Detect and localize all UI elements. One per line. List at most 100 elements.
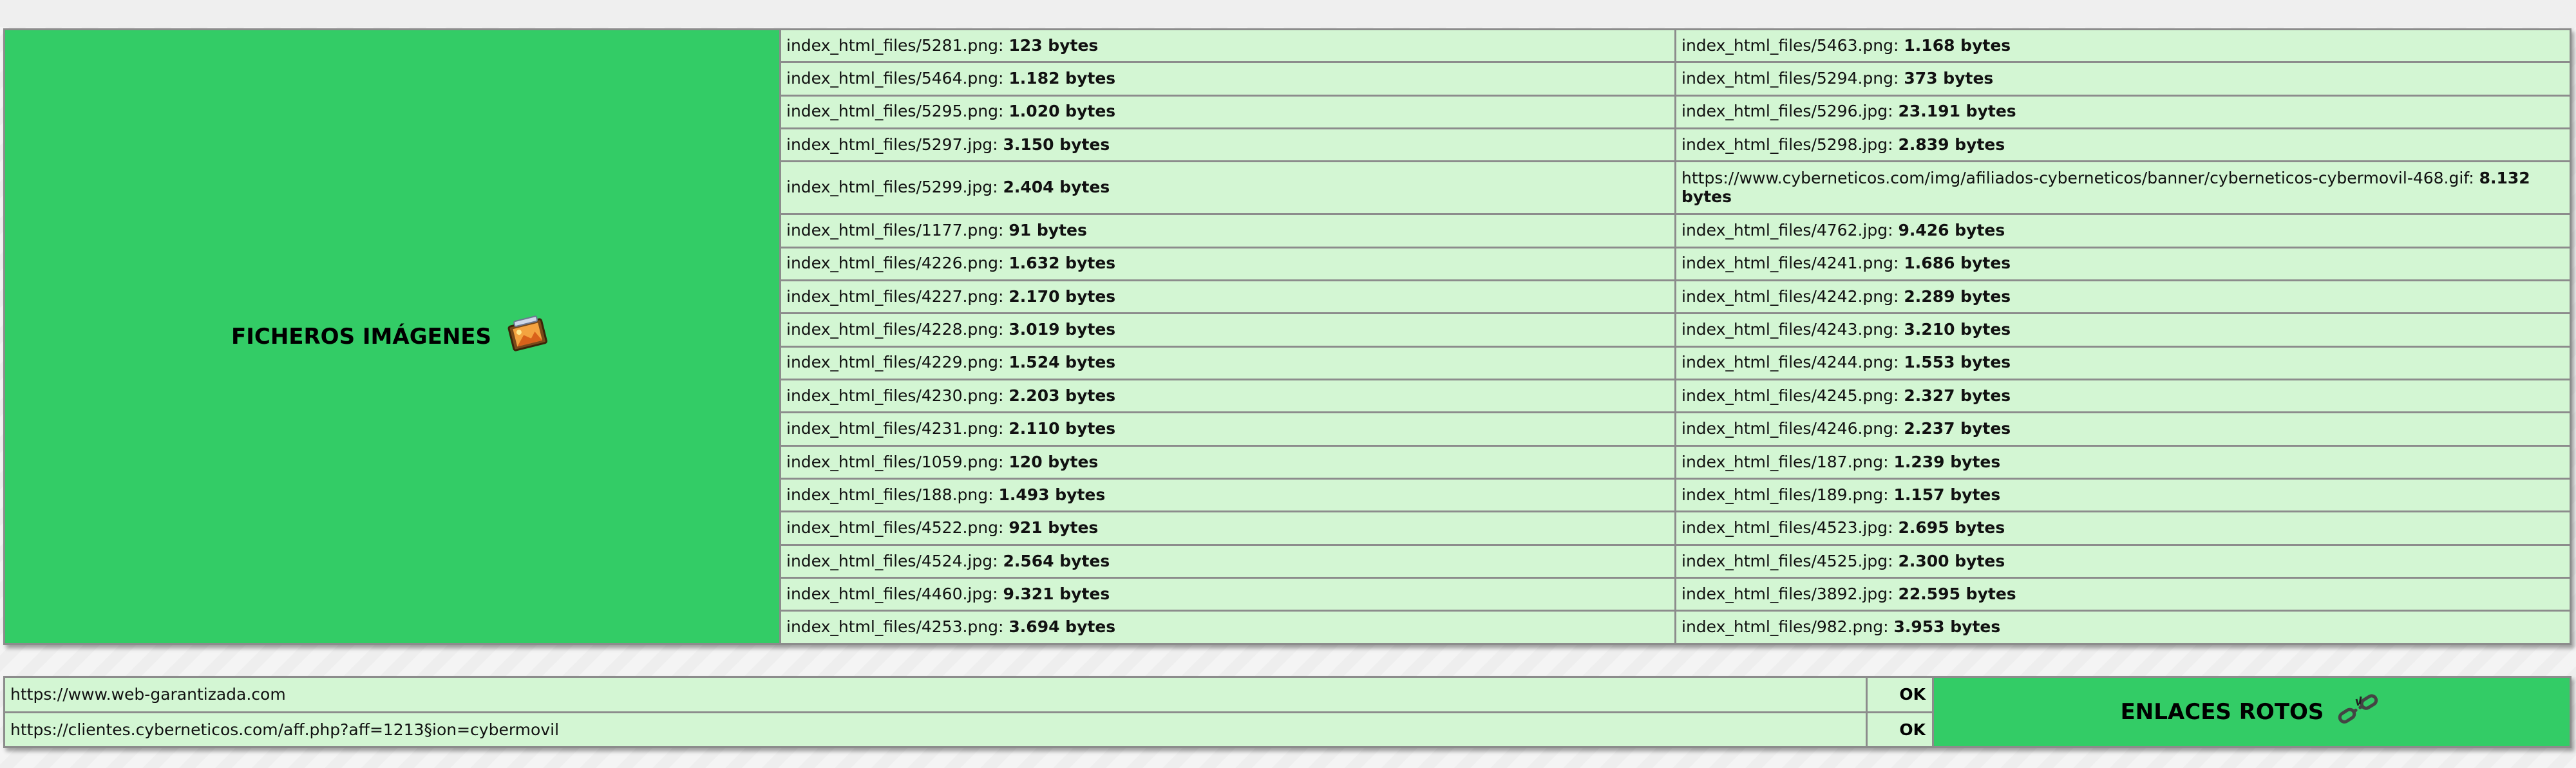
file-entry: index_html_files/3892.jpg: 22.595 bytes <box>1674 577 2571 612</box>
file-name: index_html_files/5298.jpg: <box>1681 135 1893 154</box>
file-entry: index_html_files/4231.png: 2.110 bytes <box>779 411 1676 447</box>
file-name: index_html_files/4228.png: <box>786 320 1004 339</box>
file-entry: index_html_files/5299.jpg: 2.404 bytes <box>779 160 1676 216</box>
file-name: index_html_files/187.png: <box>1681 452 1889 471</box>
file-name: index_html_files/4226.png: <box>786 254 1004 273</box>
file-name: https://www.cyberneticos.com/img/afiliad… <box>1681 169 2474 188</box>
file-name: index_html_files/982.png: <box>1681 617 1889 637</box>
file-entry: index_html_files/5281.png: 123 bytes <box>779 28 1676 64</box>
file-size: 3.694 bytes <box>1009 617 1116 637</box>
link-url[interactable]: https://clientes.cyberneticos.com/aff.ph… <box>3 711 1868 748</box>
file-size: 2.170 bytes <box>1009 286 1116 306</box>
picture-icon <box>502 314 553 361</box>
file-size: 123 bytes <box>1009 35 1099 55</box>
file-size: 1.239 bytes <box>1893 452 2001 471</box>
file-entry: index_html_files/5296.jpg: 23.191 bytes <box>1674 94 2571 130</box>
file-size: 9.426 bytes <box>1898 221 2005 240</box>
file-size: 3.019 bytes <box>1009 320 1116 339</box>
file-entry: index_html_files/188.png: 1.493 bytes <box>779 478 1676 513</box>
file-entry: index_html_files/187.png: 1.239 bytes <box>1674 444 2571 480</box>
table-row: FICHEROS IMÁGENES index_html_files/5281.… <box>3 28 2571 645</box>
file-name: index_html_files/4460.jpg: <box>786 584 998 603</box>
file-name: index_html_files/4227.png: <box>786 286 1004 306</box>
file-size: 1.553 bytes <box>1904 353 2011 372</box>
file-entry: index_html_files/4227.png: 2.170 bytes <box>779 279 1676 315</box>
file-size: 2.327 bytes <box>1904 386 2011 405</box>
file-size: 3.150 bytes <box>1003 135 1110 154</box>
file-entry: index_html_files/5298.jpg: 2.839 bytes <box>1674 127 2571 163</box>
file-name: index_html_files/5296.jpg: <box>1681 102 1893 121</box>
file-name: index_html_files/5297.jpg: <box>786 135 998 154</box>
file-entry: index_html_files/4228.png: 3.019 bytes <box>779 312 1676 348</box>
file-size: 2.110 bytes <box>1009 419 1116 438</box>
file-name: index_html_files/3892.jpg: <box>1681 584 1893 603</box>
file-size: 373 bytes <box>1904 69 1994 88</box>
file-size: 1.493 bytes <box>998 485 1106 504</box>
link-status: OK <box>1866 711 1934 748</box>
file-size: 2.289 bytes <box>1904 286 2011 306</box>
file-entry: index_html_files/4229.png: 1.524 bytes <box>779 345 1676 381</box>
file-size: 91 bytes <box>1009 221 1087 240</box>
file-name: index_html_files/5464.png: <box>786 69 1004 88</box>
file-entry: index_html_files/1059.png: 120 bytes <box>779 444 1676 480</box>
link-status: OK <box>1866 676 1934 713</box>
links-section-title: ENLACES ROTOS <box>2121 691 2383 733</box>
images-table-body: FICHEROS IMÁGENES index_html_files/5281.… <box>3 28 2571 645</box>
file-name: index_html_files/4230.png: <box>786 386 1004 405</box>
file-entry: index_html_files/4241.png: 1.686 bytes <box>1674 246 2571 282</box>
file-name: index_html_files/4762.jpg: <box>1681 221 1893 240</box>
file-name: index_html_files/4242.png: <box>1681 286 1899 306</box>
link-url[interactable]: https://www.web-garantizada.com <box>3 676 1868 713</box>
table-row: https://www.web-garantizada.com OK ENLACES… <box>3 676 2571 748</box>
file-entry: index_html_files/4226.png: 1.632 bytes <box>779 246 1676 282</box>
file-name: index_html_files/4231.png: <box>786 419 1004 438</box>
file-name: index_html_files/4244.png: <box>1681 353 1899 372</box>
file-entry: index_html_files/4244.png: 1.553 bytes <box>1674 345 2571 381</box>
top-strip <box>0 0 2576 27</box>
file-entry: index_html_files/1177.png: 91 bytes <box>779 213 1676 248</box>
file-name: index_html_files/1177.png: <box>786 221 1004 240</box>
file-entry: index_html_files/5463.png: 1.168 bytes <box>1674 28 2571 64</box>
links-table-body: https://www.web-garantizada.com OK ENLACES… <box>3 676 2571 748</box>
file-entry: index_html_files/4523.jpg: 2.695 bytes <box>1674 510 2571 546</box>
file-entry: index_html_files/4525.jpg: 2.300 bytes <box>1674 543 2571 579</box>
file-size: 120 bytes <box>1009 452 1099 471</box>
file-size: 9.321 bytes <box>1003 584 1110 603</box>
file-name: index_html_files/1059.png: <box>786 452 1004 471</box>
file-size: 921 bytes <box>1009 518 1099 538</box>
file-name: index_html_files/4525.jpg: <box>1681 551 1893 570</box>
file-size: 2.564 bytes <box>1003 551 1110 570</box>
file-entry: index_html_files/5464.png: 1.182 bytes <box>779 61 1676 97</box>
file-size: 2.203 bytes <box>1009 386 1116 405</box>
file-size: 2.237 bytes <box>1904 419 2011 438</box>
file-size: 1.686 bytes <box>1904 254 2011 273</box>
file-size: 1.524 bytes <box>1009 353 1116 372</box>
file-entry: index_html_files/4246.png: 2.237 bytes <box>1674 411 2571 447</box>
file-size: 2.695 bytes <box>1898 518 2005 538</box>
file-entry: index_html_files/5295.png: 1.020 bytes <box>779 94 1676 130</box>
file-size: 1.182 bytes <box>1009 69 1116 88</box>
file-size: 23.191 bytes <box>1898 102 2016 121</box>
images-section-title-text: FICHEROS IMÁGENES <box>231 324 491 350</box>
file-name: index_html_files/4241.png: <box>1681 254 1899 273</box>
file-entry: index_html_files/4243.png: 3.210 bytes <box>1674 312 2571 348</box>
file-name: index_html_files/188.png: <box>786 485 994 504</box>
images-section-label: FICHEROS IMÁGENES <box>3 28 781 645</box>
file-entry: index_html_files/4460.jpg: 9.321 bytes <box>779 577 1676 612</box>
file-entry: index_html_files/189.png: 1.157 bytes <box>1674 478 2571 513</box>
file-size: 2.300 bytes <box>1898 551 2005 570</box>
file-name: index_html_files/5294.png: <box>1681 69 1899 88</box>
broken-links-table: https://www.web-garantizada.com OK ENLACES… <box>3 676 2571 748</box>
file-size: 1.157 bytes <box>1893 485 2001 504</box>
file-name: index_html_files/4523.jpg: <box>1681 518 1893 538</box>
file-entry: https://www.cyberneticos.com/img/afiliad… <box>1674 160 2571 216</box>
file-name: index_html_files/5281.png: <box>786 35 1004 55</box>
links-section-label: ENLACES ROTOS <box>1932 676 2571 748</box>
file-entry: index_html_files/4245.png: 2.327 bytes <box>1674 379 2571 414</box>
file-entry: index_html_files/4230.png: 2.203 bytes <box>779 379 1676 414</box>
file-entry: index_html_files/4762.jpg: 9.426 bytes <box>1674 213 2571 248</box>
file-size: 1.632 bytes <box>1009 254 1116 273</box>
file-size: 2.839 bytes <box>1898 135 2005 154</box>
file-name: index_html_files/4522.png: <box>786 518 1004 538</box>
file-entry: index_html_files/4242.png: 2.289 bytes <box>1674 279 2571 315</box>
